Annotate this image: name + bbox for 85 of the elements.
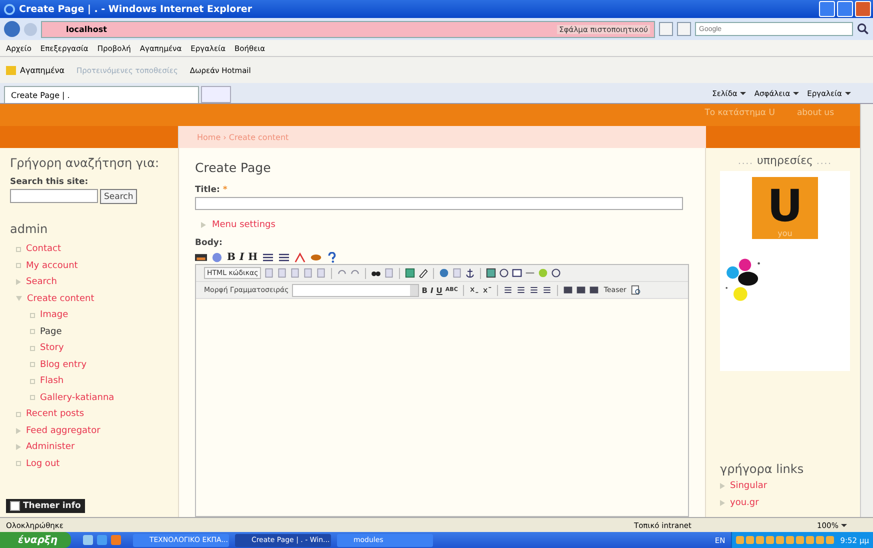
quick-launch-icon[interactable]	[83, 535, 94, 545]
scrollbar[interactable]	[860, 104, 873, 517]
document-icon[interactable]	[290, 268, 300, 278]
title-dots: ....	[738, 157, 754, 167]
minimize-button[interactable]	[819, 1, 835, 17]
window-title: Create Page | . - Windows Internet Explorer	[19, 4, 254, 14]
menu-link[interactable]: My account	[26, 260, 78, 271]
circle-icon[interactable]	[499, 268, 510, 278]
menu-link[interactable]: Contact	[26, 244, 62, 254]
field-label: Title:	[195, 185, 220, 195]
eraser-icon[interactable]	[418, 268, 428, 278]
field-label: Body:	[195, 238, 222, 248]
format-button[interactable]: I	[239, 252, 244, 262]
menu-settings-link[interactable]: Menu settings	[212, 220, 276, 230]
align-icon[interactable]	[588, 285, 599, 295]
logo-caption: you	[778, 228, 792, 239]
menu-link[interactable]: Flash	[40, 376, 64, 386]
list-icon[interactable]	[542, 285, 552, 295]
site-search-field[interactable]	[10, 189, 98, 203]
list-icon[interactable]	[262, 252, 274, 262]
checkbox[interactable]	[10, 501, 20, 511]
subscript-icon[interactable]	[468, 285, 479, 295]
image-icon[interactable]	[486, 268, 496, 278]
preview-icon[interactable]	[631, 285, 642, 295]
list-icon[interactable]	[278, 252, 290, 262]
menu-link[interactable]: Feed aggregator	[26, 426, 100, 436]
menu-link[interactable]: Log out	[26, 458, 60, 469]
menu-link[interactable]: Administer	[26, 442, 75, 452]
list-icon[interactable]	[502, 285, 513, 295]
menu-link[interactable]: Recent posts	[26, 409, 84, 420]
align-icon[interactable]	[562, 285, 573, 295]
menu-link[interactable]: Create content	[27, 294, 94, 304]
block-title: υπηρεσίες	[757, 154, 813, 167]
menu-bullet-icon	[720, 500, 725, 506]
maximize-button[interactable]	[837, 1, 853, 17]
back-button[interactable]	[4, 21, 20, 37]
search-button[interactable]: Search	[100, 189, 138, 204]
anchor-icon[interactable]	[465, 268, 476, 278]
page-title: Create Page	[195, 160, 272, 175]
start-button[interactable]: έναρξη	[0, 532, 72, 548]
title-field[interactable]	[195, 197, 683, 210]
logo-badge[interactable]: U you	[752, 177, 818, 239]
superscript-icon[interactable]	[482, 285, 492, 295]
menu-link[interactable]: Search	[26, 277, 57, 288]
block-title: admin	[10, 222, 49, 237]
title-dots: ....	[816, 157, 832, 167]
quick-launch-icon[interactable]	[111, 535, 122, 545]
search-icon[interactable]	[857, 23, 869, 35]
circle-icon[interactable]	[551, 268, 562, 278]
refresh-button[interactable]	[659, 22, 673, 36]
image-icon[interactable]	[195, 252, 207, 262]
logo-letter: U	[767, 186, 803, 228]
format-button[interactable]: H	[248, 252, 258, 262]
themer-info-toggle[interactable]: Themer info	[6, 499, 85, 513]
list-icon[interactable]	[516, 285, 526, 295]
menu-bullet-icon	[720, 483, 725, 490]
browser-tab[interactable]: Create Page | .	[4, 86, 199, 103]
window-icon[interactable]	[512, 268, 522, 278]
menu-link[interactable]: Blog entry	[40, 360, 87, 370]
new-tab-button[interactable]	[201, 86, 231, 103]
block-title: γρήγορα links	[720, 462, 805, 476]
document-icon[interactable]	[264, 268, 274, 278]
document-icon[interactable]	[303, 268, 314, 278]
browser-logo-icon	[4, 4, 15, 14]
close-button[interactable]	[855, 1, 871, 17]
quick-link[interactable]: Singular	[730, 481, 768, 492]
table-icon[interactable]	[405, 268, 416, 278]
align-icon[interactable]	[576, 285, 586, 295]
menu-link[interactable]: Image	[40, 310, 68, 320]
quick-link[interactable]: you.gr	[730, 498, 759, 508]
search-label: Search this site:	[10, 177, 90, 187]
quick-launch-icon[interactable]	[97, 535, 108, 545]
font-format-dropdown[interactable]	[292, 284, 419, 296]
menu-link[interactable]: Gallery-katianna	[40, 392, 114, 403]
help-icon[interactable]	[326, 252, 338, 262]
list-icon[interactable]	[528, 285, 539, 295]
stop-button[interactable]	[677, 22, 691, 36]
format-button[interactable]: B	[227, 252, 236, 262]
document-icon[interactable]	[277, 268, 288, 278]
document-icon[interactable]	[316, 268, 326, 278]
menu-link[interactable]: Page	[40, 326, 62, 337]
block-title: Γρήγορη αναζήτηση για:	[10, 156, 160, 171]
menu-link[interactable]: Story	[40, 343, 64, 354]
required-mark: *	[222, 185, 228, 195]
collapsed-arrow-icon	[201, 222, 206, 228]
